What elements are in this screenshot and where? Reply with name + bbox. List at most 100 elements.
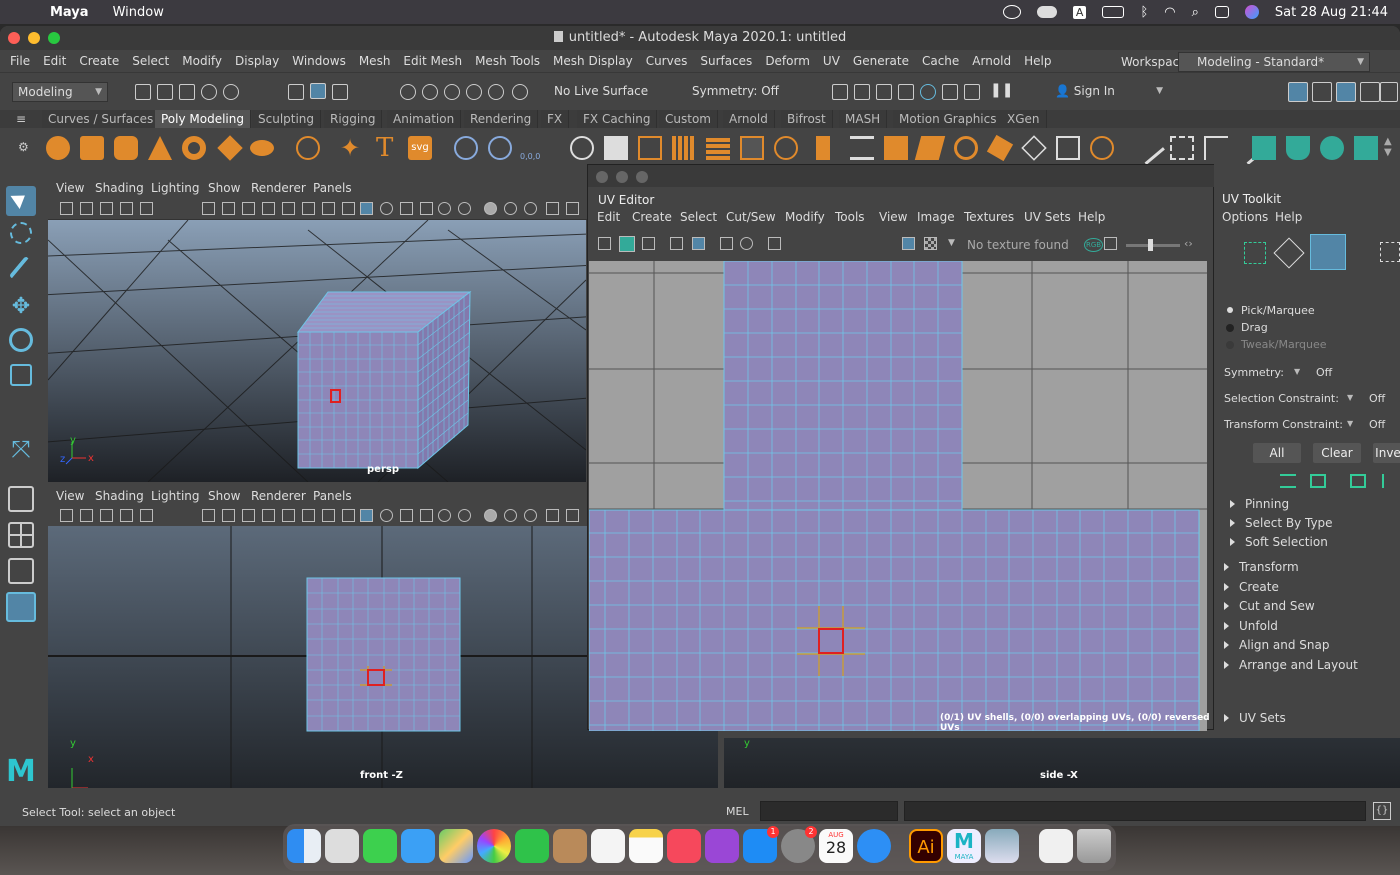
front-menu-panels[interactable]: Panels (313, 489, 352, 503)
transform-constraint-arrow[interactable]: ▼ (1347, 419, 1353, 428)
default-material-icon[interactable] (380, 202, 393, 215)
section-create[interactable]: Create (1224, 580, 1279, 594)
persp-viewport[interactable] (48, 220, 586, 482)
shadows-icon[interactable] (458, 202, 471, 215)
photos-icon[interactable] (477, 829, 511, 863)
mirror-icon[interactable] (1056, 136, 1080, 160)
tab-motion-graphics[interactable]: Motion Graphics (893, 110, 1004, 128)
select-shortest-icon[interactable] (1382, 474, 1398, 488)
flip-icon[interactable] (1021, 135, 1047, 161)
section-align-and-snap[interactable]: Align and Snap (1224, 638, 1330, 652)
battery-icon[interactable] (1102, 6, 1125, 18)
ambient-occlusion-icon[interactable] (484, 202, 497, 215)
facetime-icon[interactable] (515, 829, 549, 863)
front-field-chart-icon[interactable] (282, 509, 295, 522)
tab-fx[interactable]: FX (541, 110, 570, 128)
uv-display-image-icon[interactable] (902, 237, 915, 250)
isolate-select-icon[interactable] (546, 202, 559, 215)
redo-icon[interactable] (223, 84, 239, 100)
front-film-gate-icon[interactable] (222, 509, 235, 522)
siri-icon[interactable] (1244, 5, 1259, 19)
menu-uv[interactable]: UV (823, 54, 840, 68)
minimize-button[interactable] (28, 32, 40, 44)
tab-sculpting[interactable]: Sculpting (252, 110, 322, 128)
slide-edge-icon[interactable] (986, 134, 1014, 162)
messages-icon[interactable] (363, 829, 397, 863)
bookmark-icon[interactable] (80, 202, 93, 215)
quad-draw-icon[interactable] (914, 136, 946, 160)
poly-plane-icon[interactable] (217, 135, 243, 161)
crease-icon[interactable] (1131, 131, 1165, 165)
combine-icon[interactable] (604, 136, 628, 160)
uv-menu-textures[interactable]: Textures (964, 210, 1014, 224)
command-line-input[interactable] (760, 801, 898, 821)
channel-box-icon[interactable] (1360, 82, 1380, 102)
uv-zoom-button[interactable] (636, 171, 648, 183)
front-xray-icon[interactable] (566, 509, 579, 522)
snap-view-icon[interactable] (466, 84, 482, 100)
front-menu-lighting[interactable]: Lighting (151, 489, 200, 503)
uv-snapshot-icon[interactable] (768, 237, 781, 250)
wireframe-shaded-icon[interactable] (400, 202, 413, 215)
smooth-icon[interactable] (672, 136, 696, 160)
front-plane-mesh[interactable] (306, 577, 461, 732)
section-arrange-and-layout[interactable]: Arrange and Layout (1224, 658, 1358, 672)
section-cut-and-sew[interactable]: Cut and Sew (1224, 599, 1315, 613)
symmetry-value[interactable]: Off (1316, 366, 1332, 379)
uv-grid-icon[interactable] (670, 237, 683, 250)
clock[interactable]: Sat 28 Aug 21:44 (1275, 5, 1388, 20)
gate-mask-icon[interactable] (262, 202, 275, 215)
render-frame-icon[interactable] (854, 84, 870, 100)
front-menu-renderer[interactable]: Renderer (251, 489, 306, 503)
persp-menu-panels[interactable]: Panels (313, 181, 352, 195)
uv-menu-image[interactable]: Image (917, 210, 955, 224)
poly-disc-icon[interactable] (250, 140, 274, 156)
hypershade-icon[interactable] (920, 84, 936, 100)
live-surface-field[interactable]: No Live Surface (554, 84, 648, 98)
film-gate-icon[interactable] (222, 202, 235, 215)
super-shape-icon[interactable]: ✦ (340, 136, 364, 160)
snap-curve-icon[interactable] (422, 84, 438, 100)
shelf-scroll-icon[interactable]: ▲ ▼ (1384, 136, 1392, 158)
target-weld-icon[interactable] (850, 136, 874, 160)
uv-menu-edit[interactable]: Edit (597, 210, 620, 224)
texture-dropdown[interactable]: No texture found (967, 238, 1069, 252)
undo-icon[interactable] (201, 84, 217, 100)
front-menu-shading[interactable]: Shading (95, 489, 144, 503)
move-tool-icon[interactable]: ✥ (6, 292, 36, 322)
documents-stack-icon[interactable] (1039, 829, 1073, 863)
render-settings-icon[interactable] (898, 84, 914, 100)
preview-icon[interactable] (985, 829, 1019, 863)
camera-attrs-icon[interactable] (60, 202, 73, 215)
invert-button[interactable]: Inve (1373, 443, 1400, 463)
tab-xgen[interactable]: XGen (1001, 110, 1047, 128)
uv-texture-space[interactable] (589, 261, 1207, 731)
front-menu-view[interactable]: View (56, 489, 84, 503)
render-view-icon[interactable] (832, 84, 848, 100)
tab-rendering[interactable]: Rendering (464, 110, 539, 128)
front-resolution-gate-icon[interactable] (242, 509, 255, 522)
uv-toolbar-scroll-icon[interactable]: ‹› (1184, 237, 1193, 250)
uv-distortion-icon[interactable] (642, 237, 655, 250)
mail-icon[interactable] (401, 829, 435, 863)
front-textured-icon[interactable] (420, 509, 433, 522)
front-motion-blur-icon[interactable] (504, 509, 517, 522)
shelf-options-icon[interactable]: ⚙ (18, 140, 29, 154)
front-safe-title-icon[interactable] (322, 509, 335, 522)
type-tool-icon[interactable]: T (376, 135, 400, 161)
front-gate-mask-icon[interactable] (262, 509, 275, 522)
paint-select-icon[interactable] (8, 255, 34, 283)
poly-cylinder-icon[interactable] (114, 136, 138, 160)
input-source-icon[interactable]: A (1072, 5, 1087, 19)
use-lights-icon[interactable] (438, 202, 451, 215)
connect-icon[interactable] (884, 136, 908, 160)
locator-icon[interactable] (488, 136, 512, 160)
persp-menu-renderer[interactable]: Renderer (251, 181, 306, 195)
persp-menu-view[interactable]: View (56, 181, 84, 195)
front-image-plane-icon[interactable] (100, 509, 113, 522)
wifi-icon[interactable]: ◠ (1164, 5, 1175, 20)
uv-menu-view[interactable]: View (879, 210, 907, 224)
select-all-button[interactable]: All (1253, 443, 1301, 463)
maya-icon[interactable]: M MAYA (947, 829, 981, 863)
search-icon[interactable]: ⌕ (1192, 5, 1199, 20)
